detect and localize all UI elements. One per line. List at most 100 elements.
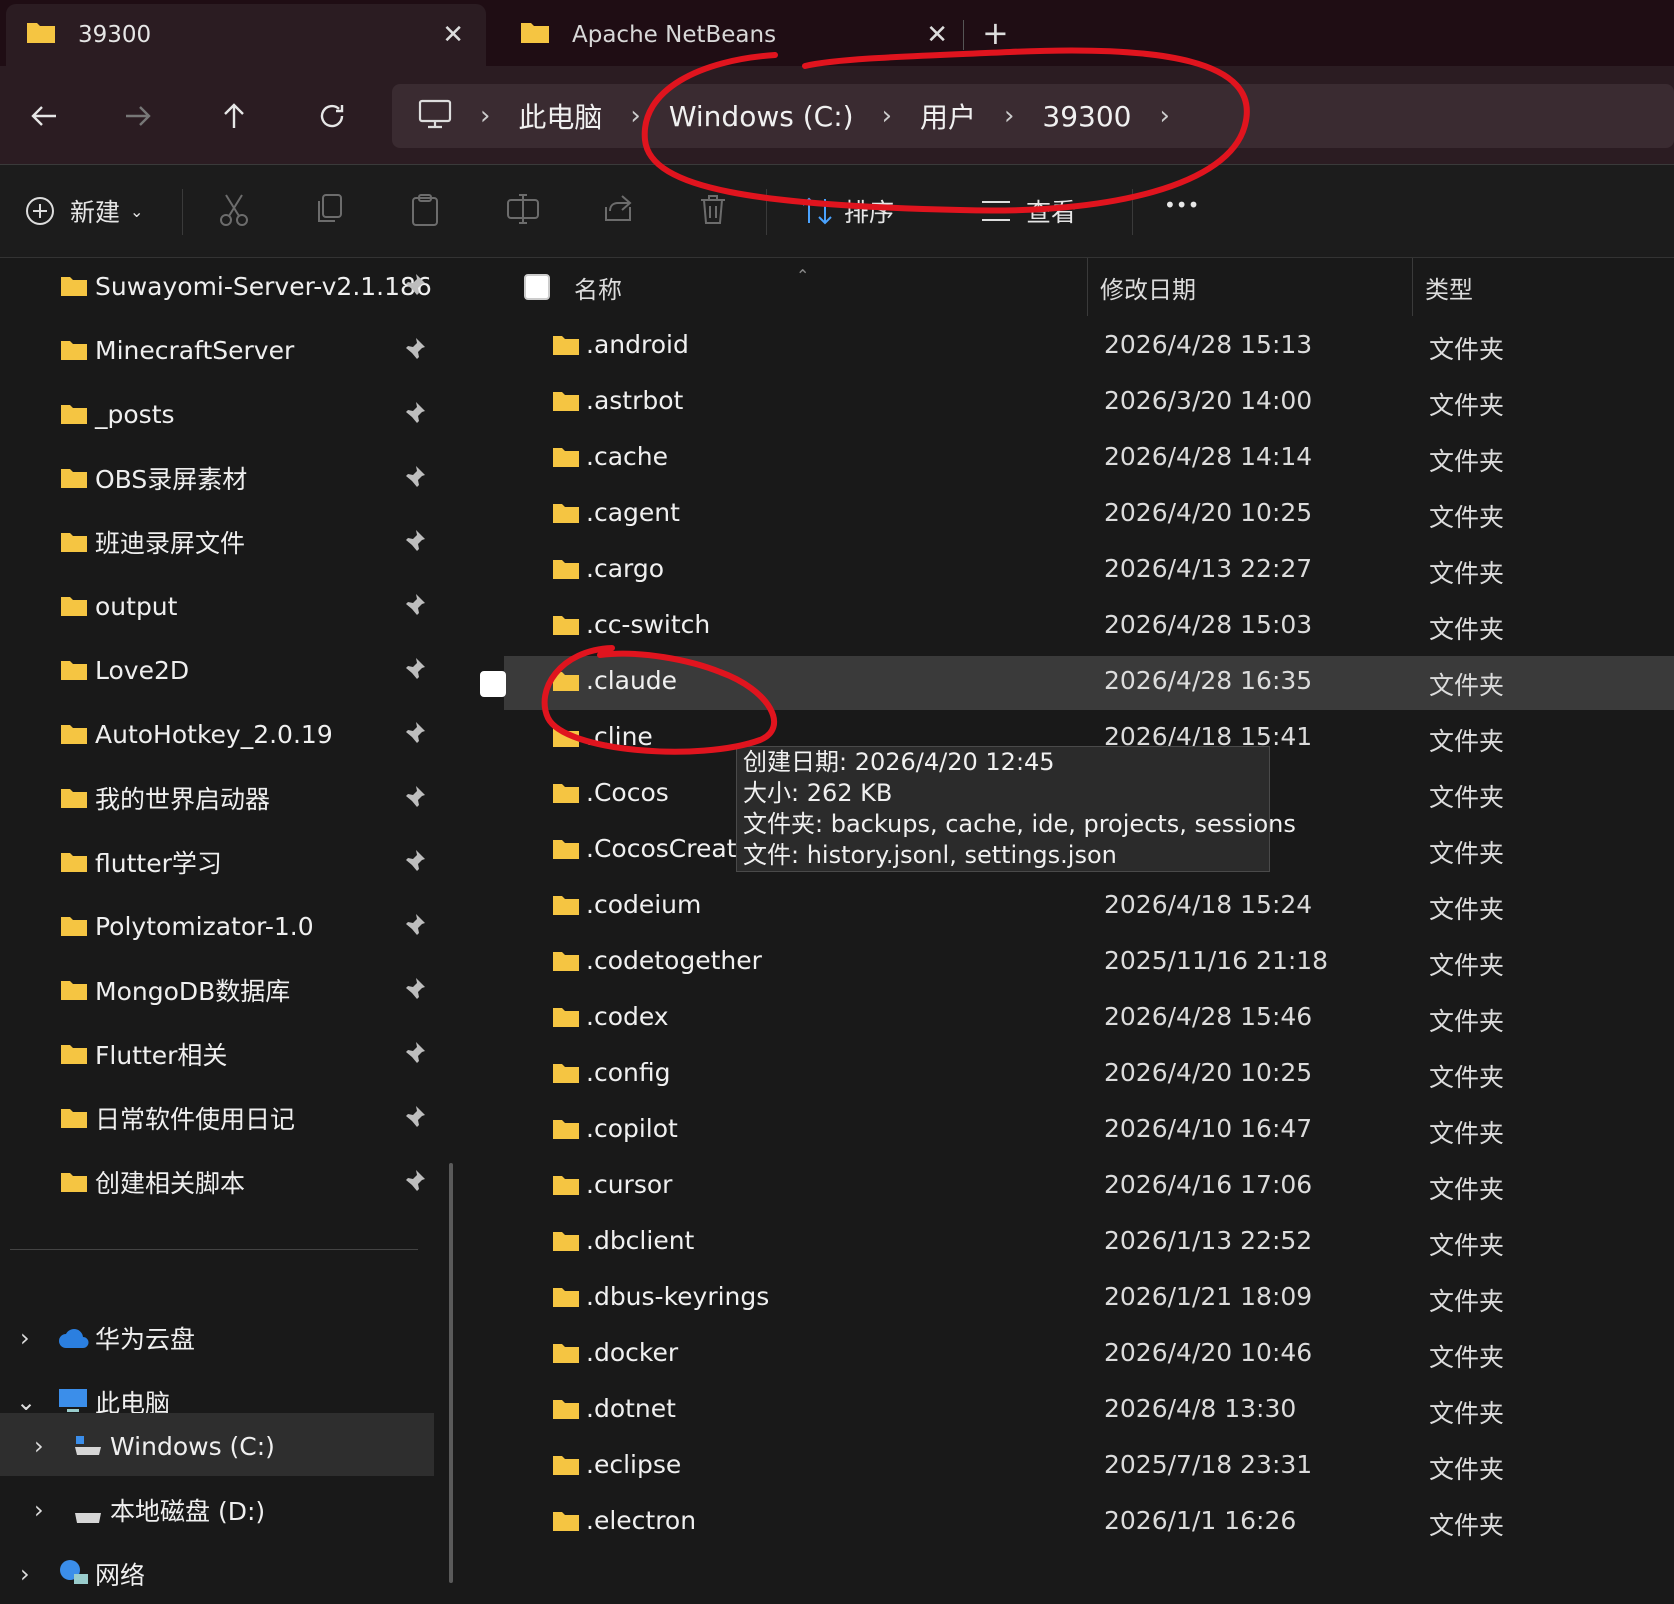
- sidebar-item-pinned[interactable]: Suwayomi-Server-v2.1.186: [0, 258, 440, 314]
- chevron-right-icon[interactable]: ›: [34, 1432, 44, 1460]
- chevron-right-icon[interactable]: ›: [1004, 101, 1014, 131]
- pin-icon[interactable]: [404, 337, 426, 367]
- chevron-right-icon[interactable]: ›: [20, 1560, 30, 1588]
- sidebar-item-pinned[interactable]: flutter学习: [0, 834, 440, 890]
- address-bar[interactable]: › 此电脑 › Windows (C:) › 用户 › 39300 ›: [392, 84, 1674, 148]
- more-options-button[interactable]: •••: [1164, 193, 1199, 217]
- file-row[interactable]: .config 2026/4/20 10:25 文件夹: [504, 1048, 1674, 1102]
- file-row[interactable]: .electron 2026/1/1 16:26 文件夹: [504, 1496, 1674, 1550]
- refresh-button[interactable]: [312, 96, 352, 136]
- chevron-right-icon[interactable]: ›: [480, 101, 490, 131]
- sidebar-scrollbar[interactable]: [449, 1163, 453, 1583]
- pin-icon[interactable]: [404, 657, 426, 687]
- sidebar-item-drive-c[interactable]: › Windows (C:): [0, 1416, 434, 1476]
- sidebar-item-pinned[interactable]: Love2D: [0, 642, 440, 698]
- rename-button[interactable]: [506, 193, 540, 225]
- pin-icon[interactable]: [404, 529, 426, 559]
- pin-icon[interactable]: [404, 401, 426, 431]
- chevron-right-icon[interactable]: ›: [34, 1496, 44, 1524]
- forward-button[interactable]: [118, 96, 158, 136]
- file-type: 文件夹: [1429, 783, 1505, 812]
- column-divider[interactable]: [1087, 258, 1088, 316]
- file-row[interactable]: .copilot 2026/4/10 16:47 文件夹: [504, 1104, 1674, 1158]
- chevron-right-icon[interactable]: ›: [1159, 101, 1169, 131]
- file-row[interactable]: .dotnet 2026/4/8 13:30 文件夹: [504, 1384, 1674, 1438]
- file-row[interactable]: .android 2026/4/28 15:13 文件夹: [504, 320, 1674, 374]
- sidebar-item-pinned[interactable]: MinecraftServer: [0, 322, 440, 378]
- column-header-type[interactable]: 类型: [1425, 258, 1473, 316]
- pin-icon[interactable]: [404, 849, 426, 879]
- file-row[interactable]: .dbus-keyrings 2026/1/21 18:09 文件夹: [504, 1272, 1674, 1326]
- copy-button[interactable]: [314, 193, 344, 225]
- close-tab-icon[interactable]: ✕: [442, 20, 464, 50]
- column-header-name[interactable]: 名称: [574, 258, 622, 316]
- file-row[interactable]: .cc-switch 2026/4/28 15:03 文件夹: [504, 600, 1674, 654]
- cut-button[interactable]: [218, 193, 250, 227]
- pin-icon[interactable]: [404, 913, 426, 943]
- sidebar-item-pinned[interactable]: 班迪录屏文件: [0, 514, 440, 570]
- up-button[interactable]: [214, 96, 254, 136]
- chevron-right-icon[interactable]: ›: [630, 101, 640, 131]
- folder-icon: [552, 1510, 580, 1536]
- sort-button[interactable]: 排序: [800, 193, 894, 229]
- pin-icon[interactable]: [404, 1169, 426, 1199]
- select-all-checkbox[interactable]: [524, 258, 550, 316]
- sidebar-item-pinned[interactable]: AutoHotkey_2.0.19: [0, 706, 440, 762]
- sidebar-item-pinned[interactable]: Flutter相关: [0, 1026, 440, 1082]
- pin-icon[interactable]: [404, 465, 426, 495]
- sidebar-item-pinned[interactable]: _posts: [0, 386, 440, 442]
- column-header-date[interactable]: 修改日期: [1100, 258, 1196, 316]
- paste-button[interactable]: [410, 193, 440, 227]
- sidebar-item-drive-d[interactable]: › 本地磁盘 (D:): [0, 1480, 440, 1540]
- sidebar-item-network[interactable]: › 网络: [0, 1544, 440, 1604]
- folder-icon: [60, 594, 88, 623]
- new-tab-button[interactable]: +: [982, 14, 1009, 52]
- row-checkbox[interactable]: [480, 671, 506, 697]
- chevron-right-icon[interactable]: ›: [882, 101, 892, 131]
- breadcrumb-39300[interactable]: 39300: [1042, 100, 1131, 133]
- view-button[interactable]: 查看: [980, 193, 1076, 229]
- file-row[interactable]: .cursor 2026/4/16 17:06 文件夹: [504, 1160, 1674, 1214]
- back-button[interactable]: [24, 96, 64, 136]
- sidebar-item-huawei-cloud[interactable]: › 华为云盘: [0, 1308, 440, 1368]
- column-divider[interactable]: [1412, 258, 1413, 316]
- breadcrumb-this-pc[interactable]: 此电脑: [518, 96, 602, 136]
- new-button[interactable]: 新建 ⌄: [24, 193, 143, 229]
- sidebar-item-pinned[interactable]: 创建相关脚本: [0, 1154, 440, 1210]
- sidebar-item-pinned[interactable]: 日常软件使用日记: [0, 1090, 440, 1146]
- sidebar-item-label: Love2D: [95, 655, 190, 685]
- pin-icon[interactable]: [404, 273, 426, 303]
- share-button[interactable]: [602, 193, 634, 223]
- file-row[interactable]: .cargo 2026/4/13 22:27 文件夹: [504, 544, 1674, 598]
- pin-icon[interactable]: [404, 977, 426, 1007]
- pin-icon[interactable]: [404, 1105, 426, 1135]
- chevron-down-icon[interactable]: ⌄: [16, 1388, 36, 1416]
- file-row[interactable]: .codetogether 2025/11/16 21:18 文件夹: [504, 936, 1674, 990]
- delete-button[interactable]: [698, 193, 728, 225]
- tab-39300[interactable]: 39300 ✕: [6, 4, 486, 66]
- file-row[interactable]: .eclipse 2025/7/18 23:31 文件夹: [504, 1440, 1674, 1494]
- file-row[interactable]: .docker 2026/4/20 10:46 文件夹: [504, 1328, 1674, 1382]
- file-name: .cagent: [586, 498, 680, 527]
- file-row[interactable]: .codeium 2026/4/18 15:24 文件夹: [504, 880, 1674, 934]
- pin-icon[interactable]: [404, 593, 426, 623]
- sidebar-item-pinned[interactable]: MongoDB数据库: [0, 962, 440, 1018]
- sidebar-item-pinned[interactable]: output: [0, 578, 440, 634]
- close-tab-icon[interactable]: ✕: [926, 20, 948, 50]
- breadcrumb-windows-c[interactable]: Windows (C:): [669, 100, 854, 133]
- pin-icon[interactable]: [404, 721, 426, 751]
- sidebar-item-pinned[interactable]: OBS录屏素材: [0, 450, 440, 506]
- file-row[interactable]: .cagent 2026/4/20 10:25 文件夹: [504, 488, 1674, 542]
- file-row[interactable]: .claude 2026/4/28 16:35 文件夹: [480, 656, 1674, 710]
- pin-icon[interactable]: [404, 785, 426, 815]
- file-row[interactable]: .dbclient 2026/1/13 22:52 文件夹: [504, 1216, 1674, 1270]
- pin-icon[interactable]: [404, 1041, 426, 1071]
- chevron-right-icon[interactable]: ›: [20, 1324, 30, 1352]
- tab-apache-netbeans[interactable]: Apache NetBeans ✕: [500, 4, 970, 66]
- file-row[interactable]: .cache 2026/4/28 14:14 文件夹: [504, 432, 1674, 486]
- sidebar-item-pinned[interactable]: Polytomizator-1.0: [0, 898, 440, 954]
- file-row[interactable]: .astrbot 2026/3/20 14:00 文件夹: [504, 376, 1674, 430]
- sidebar-item-pinned[interactable]: 我的世界启动器: [0, 770, 440, 826]
- file-row[interactable]: .codex 2026/4/28 15:46 文件夹: [504, 992, 1674, 1046]
- breadcrumb-users[interactable]: 用户: [920, 96, 976, 136]
